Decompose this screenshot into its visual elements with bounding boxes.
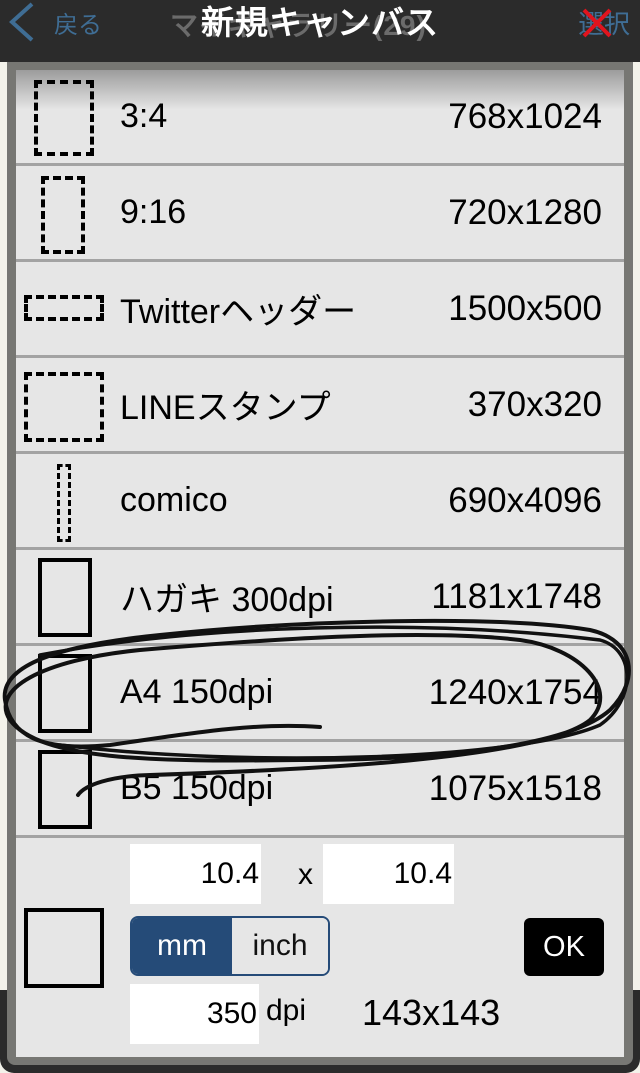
custom-size-section: 10.4 x 10.4 mm inch 350 dpi 143x143 OK [16, 838, 624, 1057]
dashed-tall-icon [41, 176, 85, 254]
width-input[interactable]: 10.4 [130, 844, 261, 904]
preset-label: ハガキ 300dpi [120, 581, 334, 619]
unit-segmented-control: mm inch [130, 916, 330, 976]
unit-inch-segment[interactable]: inch [232, 918, 328, 974]
height-input[interactable]: 10.4 [323, 844, 454, 904]
preset-row-3-4[interactable]: 3:4 768x1024 [16, 70, 624, 166]
preset-label: LINEスタンプ [120, 389, 331, 427]
preset-label: comico [120, 481, 228, 519]
ok-button[interactable]: OK [524, 918, 604, 976]
preset-size: 690x4096 [448, 480, 602, 520]
solid-portrait-icon [38, 654, 92, 733]
dashed-portrait-icon [34, 80, 94, 156]
preset-size: 1500x500 [448, 288, 602, 328]
preset-label: Twitterヘッダー [120, 293, 357, 331]
preset-size: 1240x1754 [428, 672, 602, 712]
preset-row-twitter-header[interactable]: Twitterヘッダー 1500x500 [16, 262, 624, 358]
preset-label: A4 150dpi [120, 673, 274, 711]
dashed-wide-icon [24, 295, 104, 321]
solid-portrait-icon [38, 558, 92, 637]
dashed-square-icon [24, 372, 104, 442]
preset-label: 3:4 [120, 97, 168, 135]
size-separator: x [298, 858, 313, 891]
preset-row-line-stamp[interactable]: LINEスタンプ 370x320 [16, 358, 624, 454]
preset-row-9-16[interactable]: 9:16 720x1280 [16, 166, 624, 262]
preset-size: 768x1024 [448, 96, 602, 136]
unit-mm-segment[interactable]: mm [132, 918, 232, 974]
preset-size: 1075x1518 [428, 768, 602, 808]
preset-size: 1181x1748 [431, 576, 602, 616]
preset-row-a4[interactable]: A4 150dpi 1240x1754 [16, 646, 624, 742]
modal-title: 新規キャンバス [201, 4, 439, 41]
solid-portrait-icon [38, 750, 92, 829]
preset-size: 720x1280 [448, 192, 602, 232]
navbar: 戻る マイギャラリー(29) 選択 新規キャンバス [0, 0, 640, 62]
preset-row-postcard[interactable]: ハガキ 300dpi 1181x1748 [16, 550, 624, 646]
dashed-very-tall-icon [57, 464, 71, 542]
preset-size: 370x320 [467, 384, 602, 424]
preset-label: B5 150dpi [120, 769, 274, 807]
preset-row-b5[interactable]: B5 150dpi 1075x1518 [16, 742, 624, 838]
dpi-label: dpi [266, 994, 307, 1027]
custom-preview-icon [24, 908, 104, 988]
preset-row-comico[interactable]: comico 690x4096 [16, 454, 624, 550]
canvas-preset-panel: 3:4 768x1024 9:16 720x1280 Twitterヘッダー 1… [16, 70, 624, 1057]
pixel-size-readout: 143x143 [362, 992, 501, 1033]
dpi-input[interactable]: 350 [130, 984, 259, 1044]
preset-label: 9:16 [120, 193, 187, 231]
